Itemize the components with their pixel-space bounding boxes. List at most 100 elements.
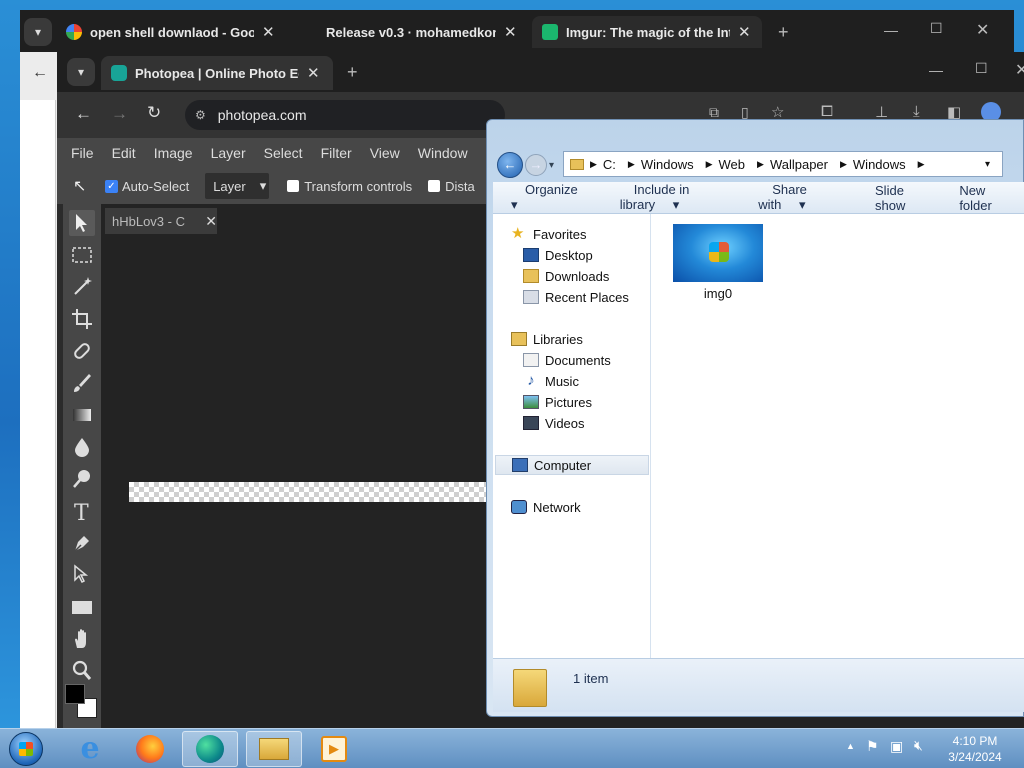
blur-tool-icon[interactable] [69, 434, 95, 460]
taskbar-firefox[interactable] [122, 731, 178, 767]
tab-imgur[interactable]: Imgur: The magic of the Intern ✕ [532, 16, 762, 48]
nav-libraries[interactable]: Libraries [511, 329, 667, 349]
back-button-icon[interactable]: ← [497, 152, 523, 178]
tab-github-release[interactable]: Release v0.3 · mohamedkomal ✕ [316, 16, 532, 48]
network-tray-icon[interactable]: ▣ [890, 738, 903, 755]
breadcrumb-item[interactable]: C: [603, 157, 616, 172]
breadcrumb-separator-icon[interactable]: ▶ [706, 159, 713, 170]
show-hidden-icons[interactable]: ▲ [846, 741, 855, 751]
move-tool-icon[interactable] [69, 210, 95, 236]
layer-select[interactable]: Layer ▾ [205, 173, 270, 199]
breadcrumb-separator-icon[interactable]: ▶ [590, 159, 597, 170]
include-in-library-button[interactable]: Include in library ▾ [606, 182, 744, 213]
volume-muted-icon[interactable]: 🔇︎ [914, 737, 923, 754]
taskbar-internet-explorer[interactable]: e [62, 731, 118, 767]
nav-computer[interactable]: Computer [495, 455, 649, 475]
breadcrumb-item[interactable]: Wallpaper [770, 157, 828, 172]
maximize-icon[interactable]: ☐ [930, 20, 943, 37]
nav-network[interactable]: Network [511, 497, 667, 517]
minimize-icon[interactable]: — [884, 22, 898, 38]
gradient-tool-icon[interactable] [69, 402, 95, 428]
back-arrow-icon[interactable]: ← [32, 64, 48, 82]
folder-icon [259, 738, 289, 760]
rectangle-tool-icon[interactable] [69, 594, 95, 620]
forward-arrow-icon[interactable]: → [111, 104, 128, 124]
healing-brush-icon[interactable] [69, 338, 95, 364]
breadcrumb-separator-icon[interactable]: ▶ [840, 159, 847, 170]
forward-button-icon[interactable]: → [525, 154, 547, 176]
file-item[interactable]: img0 [651, 214, 785, 304]
site-settings-icon[interactable]: ⚙ [195, 108, 206, 122]
new-tab-icon[interactable]: + [347, 62, 358, 83]
tab-google-search[interactable]: open shell downlaod - Google ✕ [56, 16, 290, 48]
breadcrumb-separator-icon[interactable]: ▶ [757, 159, 764, 170]
desktop-icon [523, 248, 539, 262]
recent-pages-icon[interactable]: ▾ [549, 160, 554, 171]
auto-select-checkbox[interactable]: ✓ [105, 179, 118, 193]
network-icon [511, 500, 527, 514]
zoom-tool-icon[interactable] [69, 658, 95, 684]
dodge-tool-icon[interactable] [69, 466, 95, 492]
menu-view[interactable]: View [361, 145, 409, 161]
tab-search-button[interactable]: ▾ [67, 58, 95, 86]
action-center-flag-icon[interactable]: ⚑ [866, 738, 879, 755]
breadcrumb[interactable]: ▶ C: ▶ Windows ▶ Web ▶ Wallpaper ▶ Windo… [563, 151, 1003, 177]
transparent-canvas[interactable] [129, 482, 489, 502]
transform-controls-checkbox[interactable] [287, 180, 300, 192]
close-tab-icon[interactable]: ✕ [504, 23, 517, 41]
slide-show-button[interactable]: Slide show [855, 183, 941, 213]
menu-edit[interactable]: Edit [103, 145, 145, 161]
foreground-color-swatch[interactable] [65, 684, 85, 704]
taskbar: e ▶ ▲ ⚑ ▣ 🔇︎ 4:10 PM 3/24/2024 [0, 728, 1024, 768]
breadcrumb-separator-icon[interactable]: ▶ [628, 159, 635, 170]
close-tab-icon[interactable]: ✕ [262, 23, 275, 41]
organize-button[interactable]: Organize ▾ [493, 182, 606, 213]
pen-tool-icon[interactable] [69, 530, 95, 556]
new-tab-icon[interactable]: + [778, 22, 789, 43]
close-tab-icon[interactable]: ✕ [738, 23, 751, 41]
breadcrumb-item[interactable]: Windows [853, 157, 906, 172]
document-tab[interactable]: hHbLov3 - C ✕ [105, 208, 217, 234]
maximize-icon[interactable]: ☐ [975, 60, 988, 77]
nav-favorites[interactable]: ★ Favorites [511, 224, 667, 244]
close-document-icon[interactable]: ✕ [205, 213, 217, 230]
back-arrow-icon[interactable]: ← [75, 104, 92, 124]
distances-checkbox[interactable] [428, 180, 441, 192]
marquee-tool-icon[interactable] [69, 242, 95, 268]
tab-search-button[interactable]: ▾ [24, 18, 52, 46]
path-select-icon[interactable] [69, 562, 95, 588]
crop-tool-icon[interactable] [69, 306, 95, 332]
reload-icon[interactable]: ↻ [147, 103, 161, 123]
share-with-button[interactable]: Share with ▾ [744, 182, 855, 213]
extensions-icon[interactable]: ⧠ [821, 103, 833, 120]
brush-tool-icon[interactable] [69, 370, 95, 396]
menu-filter[interactable]: Filter [312, 145, 361, 161]
breadcrumb-separator-icon[interactable]: ▶ [918, 159, 925, 170]
close-tab-icon[interactable]: ✕ [307, 64, 320, 82]
type-tool-icon[interactable]: T [69, 498, 95, 524]
taskbar-edge[interactable] [182, 731, 238, 767]
move-tool-icon[interactable]: ↖ [73, 176, 95, 196]
close-window-icon[interactable]: ✕ [1015, 60, 1024, 80]
menu-image[interactable]: Image [145, 145, 202, 161]
minimize-icon[interactable]: — [929, 62, 943, 78]
breadcrumb-item[interactable]: Windows [641, 157, 694, 172]
menu-window[interactable]: Window [409, 145, 477, 161]
clock-date: 3/24/2024 [948, 750, 1002, 764]
taskbar-file-explorer[interactable] [246, 731, 302, 767]
menu-select[interactable]: Select [255, 145, 312, 161]
download-icon[interactable]: ⤓ [913, 103, 920, 120]
hand-tool-icon[interactable] [69, 626, 95, 652]
address-dropdown-icon[interactable]: ▾ [985, 159, 990, 170]
start-button[interactable] [0, 731, 52, 767]
magic-wand-icon[interactable] [69, 274, 95, 300]
system-clock[interactable]: 4:10 PM 3/24/2024 [936, 733, 1014, 765]
menu-file[interactable]: File [57, 145, 103, 161]
close-window-icon[interactable]: ✕ [976, 20, 989, 40]
new-folder-button[interactable]: New folder [941, 183, 1024, 213]
breadcrumb-item[interactable]: Web [719, 157, 746, 172]
omnibox[interactable]: ⚙ photopea.com [185, 100, 505, 130]
menu-layer[interactable]: Layer [202, 145, 255, 161]
taskbar-media-player[interactable]: ▶ [306, 731, 362, 767]
tab-photopea[interactable]: Photopea | Online Photo Editor ✕ [101, 56, 333, 90]
